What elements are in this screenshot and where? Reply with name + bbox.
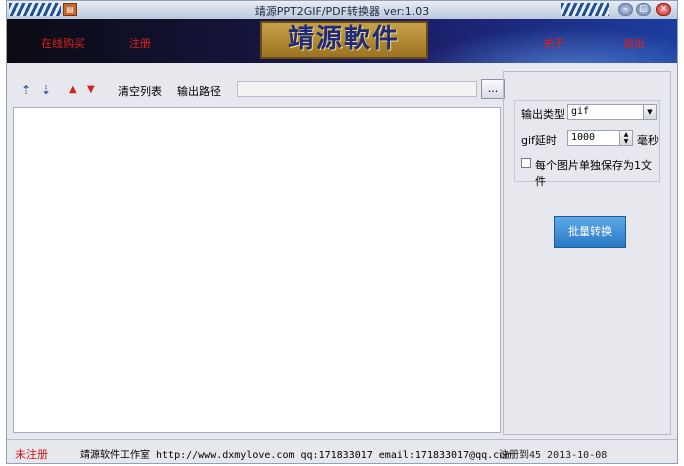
move-up-icon[interactable]: ▲: [69, 83, 77, 97]
file-toolbar: ⇡ ⇣ ▲ ▼ 清空列表 输出路径 ...: [13, 71, 505, 107]
separate-file-label[interactable]: 每个图片单独保存为1文件: [535, 157, 659, 189]
batch-convert-button[interactable]: 批量转换: [554, 216, 626, 248]
minimize-button[interactable]: –: [618, 3, 633, 16]
move-top-icon[interactable]: ⇡: [21, 83, 31, 97]
header-banner: 在线购买 注册 靖源軟件 关于 退出: [7, 19, 677, 63]
clear-list-button[interactable]: 清空列表: [118, 83, 162, 99]
options-panel: 输出类型 gif ▼ gif延时 1000 ▲ ▼ 毫秒 每个图片单独保存为1文件…: [503, 71, 671, 435]
gif-delay-label: gif延时: [521, 134, 557, 147]
gif-delay-input[interactable]: 1000 ▲ ▼: [567, 130, 633, 146]
output-type-select[interactable]: gif ▼: [567, 104, 657, 120]
output-options-group: 输出类型 gif ▼ gif延时 1000 ▲ ▼ 毫秒 每个图片单独保存为1文件: [514, 100, 660, 188]
brand-logo: 靖源軟件: [260, 21, 428, 59]
browse-button[interactable]: ...: [481, 79, 505, 99]
studio-contact-info: 靖源软件工作室 http://www.dxmylove.com qq:17183…: [80, 450, 512, 461]
register-link[interactable]: 注册: [129, 35, 151, 51]
brand-logo-text: 靖源軟件: [287, 24, 400, 54]
registration-status: 未注册: [15, 448, 48, 461]
spin-arrows-icon[interactable]: ▲ ▼: [619, 131, 632, 145]
output-path-label: 输出路径: [177, 85, 221, 98]
move-bottom-icon[interactable]: ⇣: [41, 83, 51, 97]
exit-link[interactable]: 退出: [623, 35, 645, 51]
maximize-button[interactable]: □: [636, 3, 651, 16]
app-window: ▤ 靖源PPT2GIF/PDF转换器 ver:1.03 – □ × 在线购买 注…: [6, 0, 678, 464]
output-type-value: gif: [571, 106, 590, 117]
output-path-input[interactable]: [237, 81, 477, 97]
gif-delay-unit: 毫秒: [637, 134, 659, 147]
title-bar-decoration-right: [561, 3, 609, 16]
chevron-down-icon[interactable]: ▼: [643, 105, 656, 119]
buy-online-link[interactable]: 在线购买: [41, 35, 85, 51]
move-down-icon[interactable]: ▼: [87, 83, 95, 97]
close-button[interactable]: ×: [656, 3, 671, 16]
gif-delay-value: 1000: [571, 132, 596, 143]
registration-info: 注册到45 2013-10-08: [499, 450, 608, 461]
output-type-label: 输出类型: [521, 108, 565, 121]
file-list[interactable]: [13, 107, 501, 433]
title-bar[interactable]: ▤ 靖源PPT2GIF/PDF转换器 ver:1.03 – □ ×: [7, 1, 677, 20]
separate-file-checkbox[interactable]: [521, 158, 531, 168]
status-bar: 未注册 靖源软件工作室 http://www.dxmylove.com qq:1…: [7, 439, 677, 463]
about-link[interactable]: 关于: [543, 35, 565, 51]
